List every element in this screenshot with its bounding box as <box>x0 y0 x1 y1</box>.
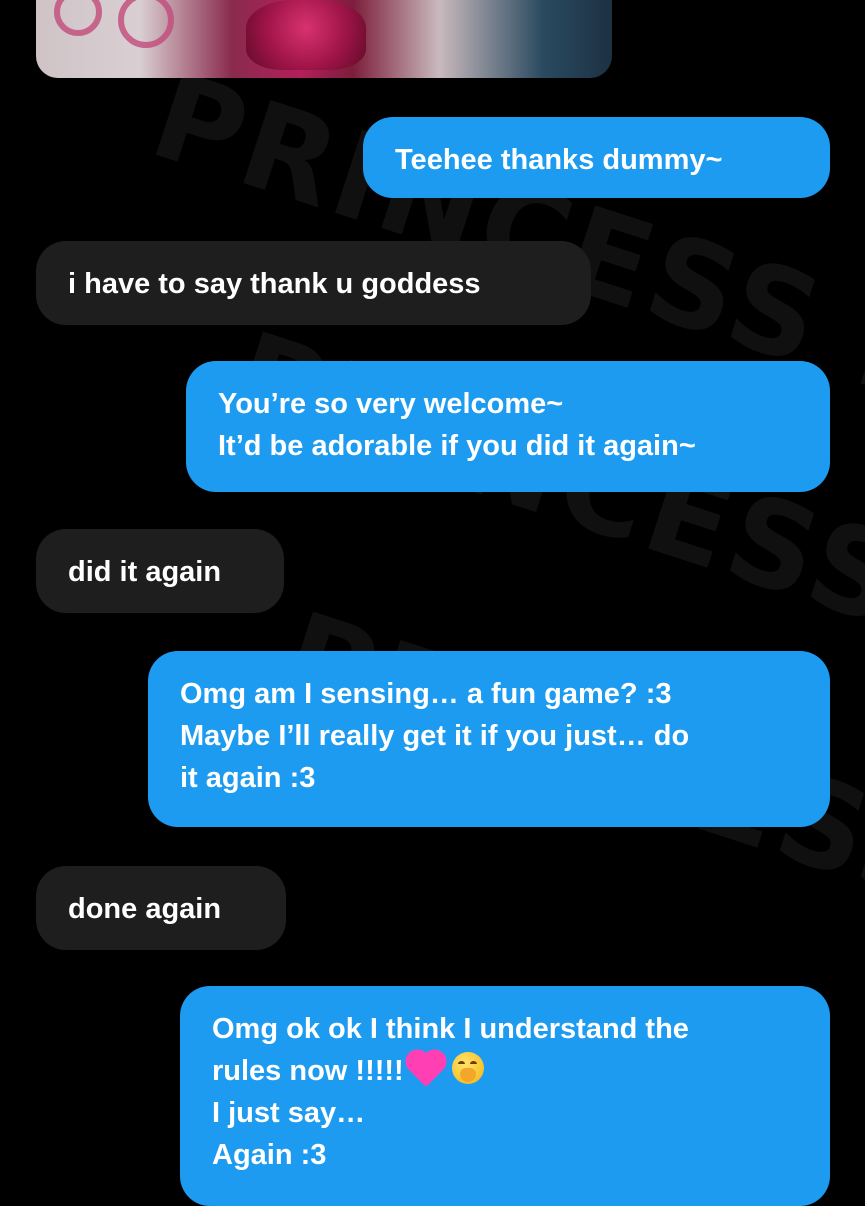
message-bubble-received[interactable]: did it again <box>36 529 284 613</box>
message-text: done again <box>68 893 222 925</box>
bow-ornament <box>246 0 366 70</box>
message-text: Teehee thanks dummy~ <box>395 144 723 176</box>
message-bubble-sent[interactable]: You’re so very welcome~ It’d be adorable… <box>186 361 830 492</box>
lollipop-swirl <box>118 0 174 48</box>
message-bubble-received[interactable]: done again <box>36 866 286 950</box>
message-text: Omg am I sensing… a fun game? :3 <box>180 678 672 710</box>
message-text: it again :3 <box>180 762 316 794</box>
image-attachment[interactable] <box>36 0 612 78</box>
message-text: I just say… <box>212 1097 366 1129</box>
message-text: Again :3 <box>212 1139 327 1171</box>
face-with-hand-over-mouth-icon <box>451 1052 484 1084</box>
message-bubble-sent[interactable]: Omg ok ok I think I understand the rules… <box>180 986 830 1206</box>
message-bubble-sent[interactable]: Omg am I sensing… a fun game? :3 Maybe I… <box>148 651 830 827</box>
message-text: You’re so very welcome~ <box>218 388 564 420</box>
message-text: did it again <box>68 556 222 588</box>
lollipop-swirl <box>54 0 102 36</box>
message-text: Omg ok ok I think I understand the <box>212 1013 689 1045</box>
message-text: It’d be adorable if you did it again~ <box>218 430 696 462</box>
message-line-with-emoji: rules now !!!!! <box>212 1050 798 1092</box>
message-bubble-sent[interactable]: Teehee thanks dummy~ <box>363 117 830 198</box>
message-bubble-received[interactable]: i have to say thank u goddess <box>36 241 591 325</box>
message-text: rules now !!!!! <box>212 1055 404 1087</box>
pink-heart-icon <box>408 1053 443 1087</box>
message-text: Maybe I’ll really get it if you just… do <box>180 720 690 752</box>
message-text: i have to say thank u goddess <box>68 268 481 300</box>
